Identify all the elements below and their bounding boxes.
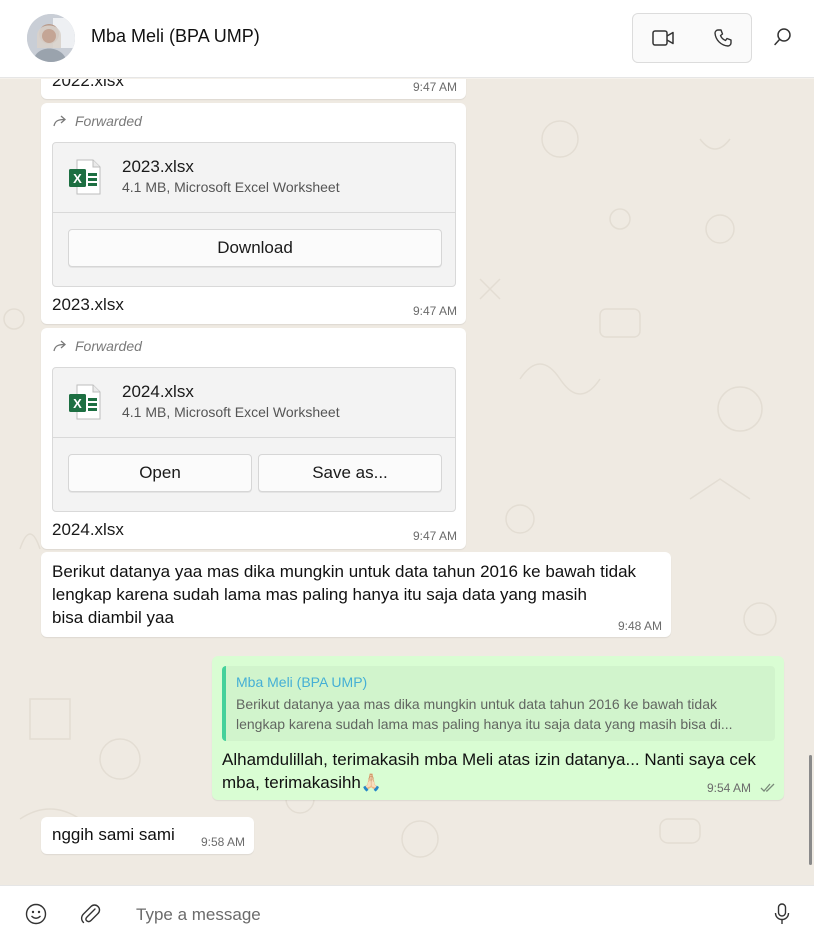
chat-area[interactable]: 2022.xlsx 9:47 AM Forwarded X 2023.xlsx … bbox=[0, 79, 814, 885]
download-button[interactable]: Download bbox=[68, 229, 442, 267]
forwarded-text: Forwarded bbox=[75, 338, 142, 354]
message-time: 9:54 AM bbox=[707, 781, 752, 795]
attach-button[interactable] bbox=[76, 900, 104, 928]
voice-call-button[interactable] bbox=[693, 14, 753, 62]
microphone-icon bbox=[774, 903, 790, 924]
double-check-icon bbox=[760, 783, 775, 792]
file-name: 2024.xlsx bbox=[122, 382, 194, 401]
file-attachment-card[interactable]: X 2023.xlsx 4.1 MB, Microsoft Excel Work… bbox=[52, 142, 456, 287]
message-line: Alhamdulillah, terimakasih mba Meli atas… bbox=[222, 750, 756, 769]
phone-icon bbox=[714, 29, 732, 47]
quoted-text: Berikut datanya yaa mas dika mungkin unt… bbox=[236, 694, 771, 734]
call-button-group bbox=[632, 13, 752, 63]
quoted-message[interactable]: Mba Meli (BPA UMP) Berikut datanya yaa m… bbox=[222, 666, 775, 741]
message-time: 9:47 AM bbox=[413, 304, 458, 318]
file-caption: 2023.xlsx bbox=[52, 295, 124, 314]
message-line: Berikut datanya yaa mas dika mungkin unt… bbox=[52, 562, 637, 581]
incoming-text-message: nggih sami sami 9:58 AM bbox=[41, 817, 254, 854]
forward-arrow-icon bbox=[53, 115, 66, 127]
message-time: 9:47 AM bbox=[413, 80, 458, 94]
quoted-line: Berikut datanya yaa mas dika mungkin unt… bbox=[236, 696, 717, 712]
file-message: Forwarded X 2023.xlsx 4.1 MB, Microsoft … bbox=[41, 103, 466, 324]
emoji-icon bbox=[25, 903, 47, 925]
search-icon bbox=[774, 28, 791, 46]
file-caption: 2024.xlsx bbox=[52, 520, 124, 539]
forwarded-label: Forwarded bbox=[53, 338, 142, 354]
message-input[interactable] bbox=[136, 903, 736, 927]
message-time: 9:58 AM bbox=[201, 835, 246, 849]
video-call-button[interactable] bbox=[633, 14, 693, 62]
compose-bar bbox=[0, 885, 814, 941]
voice-message-button[interactable] bbox=[768, 900, 796, 928]
file-meta: 4.1 MB, Microsoft Excel Worksheet bbox=[122, 179, 340, 195]
message-line: lengkap karena sudah lama mas paling han… bbox=[52, 585, 587, 604]
emoji-button[interactable] bbox=[22, 900, 50, 928]
file-message: Forwarded X 2024.xlsx 4.1 MB, Microsoft … bbox=[41, 328, 466, 549]
open-button[interactable]: Open bbox=[68, 454, 252, 492]
forwarded-label: Forwarded bbox=[53, 113, 142, 129]
search-button[interactable] bbox=[768, 22, 798, 52]
file-meta: 4.1 MB, Microsoft Excel Worksheet bbox=[122, 404, 340, 420]
chat-header: Mba Meli (BPA UMP) bbox=[0, 0, 814, 78]
forward-arrow-icon bbox=[53, 340, 66, 352]
message-line: mba, terimakasihh🙏🏻 bbox=[222, 771, 382, 794]
forwarded-text: Forwarded bbox=[75, 113, 142, 129]
chat-title[interactable]: Mba Meli (BPA UMP) bbox=[91, 26, 260, 47]
excel-file-icon: X bbox=[69, 384, 101, 420]
folded-hands-emoji: 🙏🏻 bbox=[360, 773, 383, 792]
file-name: 2023.xlsx bbox=[122, 157, 194, 176]
message-time: 9:48 AM bbox=[618, 619, 663, 633]
svg-text:X: X bbox=[73, 171, 82, 186]
message-line: bisa diambil yaa bbox=[52, 608, 174, 627]
save-as-button[interactable]: Save as... bbox=[258, 454, 442, 492]
chat-scrollbar[interactable] bbox=[809, 755, 812, 865]
message-line-text: mba, terimakasihh bbox=[222, 773, 361, 792]
excel-file-icon: X bbox=[69, 159, 101, 195]
video-camera-icon bbox=[652, 30, 674, 46]
file-attachment-card[interactable]: X 2024.xlsx 4.1 MB, Microsoft Excel Work… bbox=[52, 367, 456, 512]
svg-text:X: X bbox=[73, 396, 82, 411]
quoted-line: lengkap karena sudah lama mas paling han… bbox=[236, 716, 733, 732]
message-time: 9:47 AM bbox=[413, 529, 458, 543]
paperclip-icon bbox=[80, 904, 101, 924]
avatar[interactable] bbox=[27, 14, 75, 62]
message-text: nggih sami sami bbox=[52, 825, 175, 844]
incoming-text-message: Berikut datanya yaa mas dika mungkin unt… bbox=[41, 552, 671, 637]
file-message: 2022.xlsx 9:47 AM bbox=[41, 79, 466, 99]
quoted-sender: Mba Meli (BPA UMP) bbox=[236, 674, 368, 690]
outgoing-reply-message: Mba Meli (BPA UMP) Berikut datanya yaa m… bbox=[212, 656, 784, 800]
file-caption: 2022.xlsx bbox=[52, 79, 124, 90]
